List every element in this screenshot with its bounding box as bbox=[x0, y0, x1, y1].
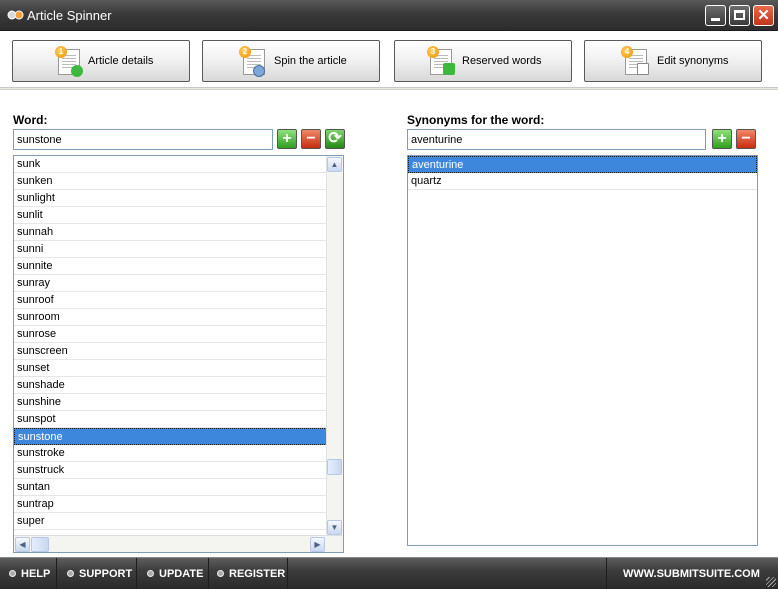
word-list-item[interactable]: sunscreen bbox=[14, 343, 327, 360]
title-bar: Article Spinner ✕ bbox=[0, 0, 778, 31]
arrow-right-icon bbox=[443, 63, 455, 75]
word-list-item[interactable]: sunnite bbox=[14, 258, 327, 275]
word-list-item[interactable]: sunspot bbox=[14, 411, 327, 428]
word-list-item[interactable]: sunrose bbox=[14, 326, 327, 343]
word-list-item[interactable]: sunk bbox=[14, 156, 327, 173]
word-list-item[interactable]: sunset bbox=[14, 360, 327, 377]
step-number-badge: 3 bbox=[427, 46, 439, 58]
update-link[interactable]: UPDATE bbox=[137, 558, 209, 589]
step-toolbar: 1 Article details 2 Spin the article 3 R… bbox=[0, 31, 778, 88]
add-synonym-button[interactable]: + bbox=[712, 129, 732, 149]
toolbar-button-label: Edit synonyms bbox=[657, 55, 729, 67]
minimize-icon bbox=[711, 18, 720, 21]
register-label: REGISTER bbox=[229, 568, 286, 580]
toolbar-button-label: Article details bbox=[88, 55, 154, 67]
scroll-up-button[interactable]: ▲ bbox=[327, 157, 342, 172]
help-label: HELP bbox=[21, 568, 51, 580]
window-title: Article Spinner bbox=[27, 8, 112, 23]
word-label: Word: bbox=[13, 113, 48, 127]
add-badge-icon bbox=[71, 65, 83, 77]
website-label: WWW.SUBMITSUITE.COM bbox=[623, 568, 760, 580]
word-list-item[interactable]: sunroof bbox=[14, 292, 327, 309]
step-number-badge: 2 bbox=[239, 46, 251, 58]
scroll-right-button[interactable]: ▶ bbox=[310, 537, 325, 552]
word-list-item[interactable]: sunshine bbox=[14, 394, 327, 411]
minus-icon: − bbox=[741, 130, 751, 147]
chevron-up-icon: ▲ bbox=[330, 160, 339, 169]
word-list-item[interactable]: sunnah bbox=[14, 224, 327, 241]
maximize-button[interactable] bbox=[729, 5, 750, 26]
synonym-input[interactable] bbox=[407, 129, 706, 150]
synonyms-label: Synonyms for the word: bbox=[407, 113, 545, 127]
word-list-horizontal-scrollbar[interactable]: ◀ ▶ bbox=[14, 535, 343, 552]
word-input[interactable] bbox=[13, 129, 273, 150]
word-list-item[interactable]: sunstone bbox=[14, 428, 327, 445]
chevron-left-icon: ◀ bbox=[19, 540, 26, 549]
word-list-item[interactable]: sunlight bbox=[14, 190, 327, 207]
word-list-item[interactable]: sunstruck bbox=[14, 462, 327, 479]
word-list-item[interactable]: sunken bbox=[14, 173, 327, 190]
minus-icon: − bbox=[306, 130, 316, 147]
register-link[interactable]: REGISTER bbox=[209, 558, 288, 589]
support-label: SUPPORT bbox=[79, 568, 133, 580]
radio-dot-icon bbox=[9, 569, 16, 577]
maximize-icon bbox=[734, 10, 745, 20]
plus-icon: + bbox=[717, 130, 727, 147]
word-list-item[interactable]: sunni bbox=[14, 241, 327, 258]
main-content: Word: + − ⟳ sunksunkensunlightsunlitsunn… bbox=[0, 89, 778, 557]
word-list-item[interactable]: suntan bbox=[14, 479, 327, 496]
step-number-badge: 4 bbox=[621, 46, 633, 58]
word-list-item[interactable]: super bbox=[14, 513, 327, 530]
radio-dot-icon bbox=[147, 569, 154, 577]
plus-icon: + bbox=[282, 130, 292, 147]
toolbar-button-label: Reserved words bbox=[462, 55, 542, 67]
synonym-list-item[interactable]: quartz bbox=[408, 173, 757, 190]
resize-grip-icon[interactable] bbox=[766, 577, 776, 587]
scroll-left-button[interactable]: ◀ bbox=[15, 537, 30, 552]
step-number-badge: 1 bbox=[55, 46, 67, 58]
radio-dot-icon bbox=[67, 569, 74, 577]
toolbar-button-label: Spin the article bbox=[274, 55, 347, 67]
add-word-button[interactable]: + bbox=[277, 129, 297, 149]
magnifier-icon bbox=[253, 65, 265, 77]
copy-icon bbox=[637, 63, 649, 75]
footer-bar: HELP SUPPORT UPDATE REGISTER WWW.SUBMITS… bbox=[0, 557, 778, 589]
word-list-item[interactable]: sunlit bbox=[14, 207, 327, 224]
radio-dot-icon bbox=[217, 569, 224, 577]
remove-synonym-button[interactable]: − bbox=[736, 129, 756, 149]
close-icon: ✕ bbox=[757, 7, 770, 24]
word-list-item[interactable]: sunshade bbox=[14, 377, 327, 394]
word-list-item[interactable]: sunroom bbox=[14, 309, 327, 326]
edit-synonyms-button[interactable]: 4 Edit synonyms bbox=[584, 40, 762, 82]
word-list-vertical-scrollbar[interactable]: ▲ ▼ bbox=[326, 156, 343, 536]
refresh-icon: ⟳ bbox=[328, 130, 342, 147]
website-link[interactable]: WWW.SUBMITSUITE.COM bbox=[606, 558, 778, 589]
chevron-down-icon: ▼ bbox=[330, 523, 339, 532]
spin-article-button[interactable]: 2 Spin the article bbox=[202, 40, 380, 82]
support-link[interactable]: SUPPORT bbox=[57, 558, 137, 589]
word-list[interactable]: sunk sunken sunlight sunlit sunnah sunni sunni… bbox=[13, 155, 344, 553]
scroll-thumb[interactable] bbox=[327, 459, 342, 475]
help-link[interactable]: HELP bbox=[0, 558, 57, 589]
close-button[interactable]: ✕ bbox=[753, 5, 774, 26]
horizontal-scroll-thumb[interactable] bbox=[31, 537, 49, 552]
scroll-down-button[interactable]: ▼ bbox=[327, 520, 342, 535]
synonym-list[interactable]: aventurine quartz bbox=[407, 155, 758, 546]
remove-word-button[interactable]: − bbox=[301, 129, 321, 149]
app-logo-icon bbox=[7, 10, 24, 20]
word-list-item[interactable]: sunstroke bbox=[14, 445, 327, 462]
minimize-button[interactable] bbox=[705, 5, 726, 26]
article-details-button[interactable]: 1 Article details bbox=[12, 40, 190, 82]
refresh-words-button[interactable]: ⟳ bbox=[325, 129, 345, 149]
reserved-words-button[interactable]: 3 Reserved words bbox=[394, 40, 572, 82]
word-list-item[interactable]: suntrap bbox=[14, 496, 327, 513]
update-label: UPDATE bbox=[159, 568, 204, 580]
word-list-item[interactable]: sunray bbox=[14, 275, 327, 292]
chevron-right-icon: ▶ bbox=[314, 540, 321, 549]
synonym-list-item[interactable]: aventurine bbox=[408, 156, 757, 173]
